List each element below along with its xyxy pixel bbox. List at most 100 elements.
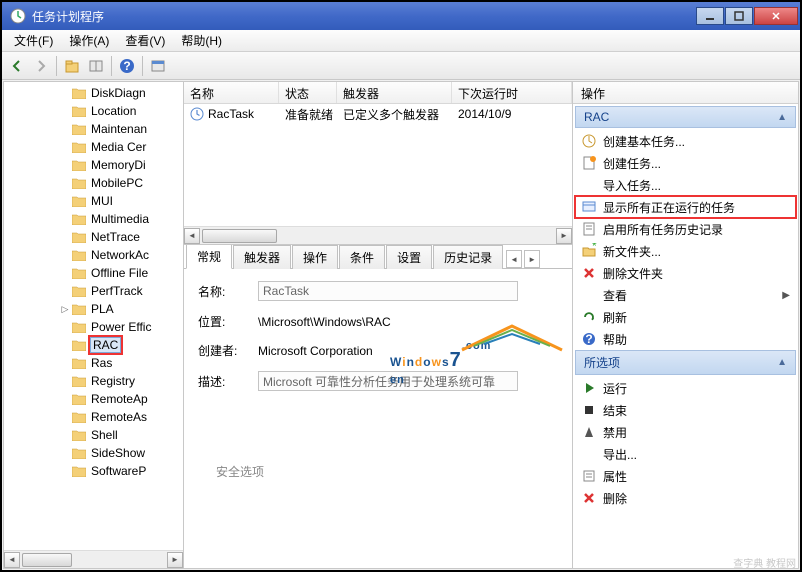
scroll-right-icon[interactable]: ►	[556, 228, 572, 244]
actions-section-title: 所选项	[584, 354, 620, 371]
tree-item-mobilepc[interactable]: MobilePC	[4, 174, 183, 192]
tree-item-registry[interactable]: Registry	[4, 372, 183, 390]
tree-item-power-effic[interactable]: Power Effic	[4, 318, 183, 336]
tab-trigger[interactable]: 触发器	[233, 245, 291, 269]
action-删除[interactable]: 删除	[575, 487, 796, 509]
folder-icon	[72, 411, 86, 423]
toolbar-up-button[interactable]	[61, 55, 83, 77]
action-导入任务[interactable]: 导入任务...	[575, 174, 796, 196]
tree-item-rac[interactable]: RAC	[4, 336, 183, 354]
scroll-right-icon[interactable]: ►	[167, 552, 183, 568]
tree-item-perftrack[interactable]: PerfTrack	[4, 282, 183, 300]
action-运行[interactable]: 运行	[575, 377, 796, 399]
tab-scroll-left-icon[interactable]: ◄	[506, 250, 522, 268]
submenu-arrow-icon: ▶	[782, 290, 790, 301]
nav-forward-button[interactable]	[30, 55, 52, 77]
field-name-input[interactable]	[258, 281, 518, 301]
folder-icon	[72, 429, 86, 441]
tab-scroll-right-icon[interactable]: ►	[524, 250, 540, 268]
actions-section-selected[interactable]: 所选项 ▲	[575, 350, 796, 375]
tree-item-offline-file[interactable]: Offline File	[4, 264, 183, 282]
column-status[interactable]: 状态	[279, 82, 337, 103]
app-icon	[10, 8, 26, 24]
task-name: RacTask	[208, 107, 254, 121]
action-查看[interactable]: 查看 ▶	[575, 284, 796, 306]
task-row[interactable]: RacTask准备就绪已定义多个触发器2014/10/9	[184, 104, 572, 124]
menu-file[interactable]: 文件(F)	[6, 30, 61, 51]
close-button[interactable]	[754, 7, 798, 25]
menu-action[interactable]: 操作(A)	[61, 30, 117, 51]
toolbar-panes-button[interactable]	[85, 55, 107, 77]
tree-item-media-cer[interactable]: Media Cer	[4, 138, 183, 156]
tab-action[interactable]: 操作	[292, 245, 338, 269]
action-创建任务[interactable]: 创建任务...	[575, 152, 796, 174]
tree-item-mui[interactable]: MUI	[4, 192, 183, 210]
scroll-left-icon[interactable]: ◄	[4, 552, 20, 568]
tree-horizontal-scrollbar[interactable]: ◄ ►	[4, 550, 183, 568]
action-label: 查看	[603, 287, 627, 304]
action-属性[interactable]: 属性	[575, 465, 796, 487]
action-label: 创建任务...	[603, 155, 661, 172]
tree-item-shell[interactable]: Shell	[4, 426, 183, 444]
tab-condition[interactable]: 条件	[339, 245, 385, 269]
tab-setting[interactable]: 设置	[386, 245, 432, 269]
nav-back-button[interactable]	[6, 55, 28, 77]
action-label: 运行	[603, 380, 627, 397]
folder-icon	[72, 447, 86, 459]
scroll-left-icon[interactable]: ◄	[184, 228, 200, 244]
tree-item-nettrace[interactable]: NetTrace	[4, 228, 183, 246]
action-导出[interactable]: 导出...	[575, 443, 796, 465]
tree-item-memorydi[interactable]: MemoryDi	[4, 156, 183, 174]
action-新文件夹[interactable]: *新文件夹...	[575, 240, 796, 262]
toolbar-help-button[interactable]: ?	[116, 55, 138, 77]
tree-item-networkac[interactable]: NetworkAc	[4, 246, 183, 264]
action-label: 显示所有正在运行的任务	[603, 199, 735, 216]
actions-section-title: RAC	[584, 110, 609, 124]
actions-section-rac[interactable]: RAC ▲	[575, 106, 796, 128]
tree-list[interactable]: DiskDiagnLocationMaintenan Media Cer Memor…	[4, 82, 183, 550]
action-删除文件夹[interactable]: 删除文件夹	[575, 262, 796, 284]
action-创建基本任务[interactable]: 创建基本任务...	[575, 130, 796, 152]
toolbar-preview-button[interactable]	[147, 55, 169, 77]
tree-item-sideshow[interactable]: SideShow	[4, 444, 183, 462]
tab-history[interactable]: 历史记录	[433, 245, 503, 269]
tasklist-horizontal-scrollbar[interactable]: ◄ ►	[184, 226, 572, 244]
column-name[interactable]: 名称	[184, 82, 279, 103]
history-icon	[581, 221, 597, 237]
action-显示所有正在运行的任务[interactable]: 显示所有正在运行的任务	[575, 196, 796, 218]
disable-icon	[581, 424, 597, 440]
action-帮助[interactable]: ?帮助	[575, 328, 796, 350]
column-trigger[interactable]: 触发器	[337, 82, 452, 103]
menu-view[interactable]: 查看(V)	[117, 30, 173, 51]
tree-item-label: Offline File	[90, 266, 149, 280]
tree-item-location[interactable]: Location	[4, 102, 183, 120]
action-结束[interactable]: 结束	[575, 399, 796, 421]
tab-general[interactable]: 常规	[186, 245, 232, 269]
tree-item-maintenan[interactable]: Maintenan	[4, 120, 183, 138]
minimize-button[interactable]	[696, 7, 724, 25]
tree-item-label: Media Cer	[90, 140, 147, 154]
action-禁用[interactable]: 禁用	[575, 421, 796, 443]
tree-item-remoteap[interactable]: RemoteAp	[4, 390, 183, 408]
tree-item-multimedia[interactable]: Multimedia	[4, 210, 183, 228]
action-label: 新文件夹...	[603, 243, 661, 260]
expand-icon[interactable]: ▷	[60, 304, 70, 314]
titlebar: 任务计划程序	[2, 2, 800, 30]
column-next-run[interactable]: 下次运行时	[452, 82, 572, 103]
scroll-thumb[interactable]	[22, 553, 72, 567]
field-description-input[interactable]	[258, 371, 518, 391]
none-icon	[581, 446, 597, 462]
scroll-thumb[interactable]	[202, 229, 277, 243]
detail-security-options: 安全选项	[198, 463, 558, 480]
tree-item-ras[interactable]: Ras	[4, 354, 183, 372]
footer-credit: 查字典 教程网	[733, 555, 796, 570]
tree-item-diskdiagn[interactable]: DiskDiagn	[4, 84, 183, 102]
tree-item-label: NetworkAc	[90, 248, 150, 262]
maximize-button[interactable]	[725, 7, 753, 25]
tree-item-softwarep[interactable]: SoftwareP	[4, 462, 183, 480]
action-启用所有任务历史记录[interactable]: 启用所有任务历史记录	[575, 218, 796, 240]
action-刷新[interactable]: 刷新	[575, 306, 796, 328]
tree-item-pla[interactable]: ▷PLA	[4, 300, 183, 318]
tree-item-remoteas[interactable]: RemoteAs	[4, 408, 183, 426]
menu-help[interactable]: 帮助(H)	[173, 30, 230, 51]
